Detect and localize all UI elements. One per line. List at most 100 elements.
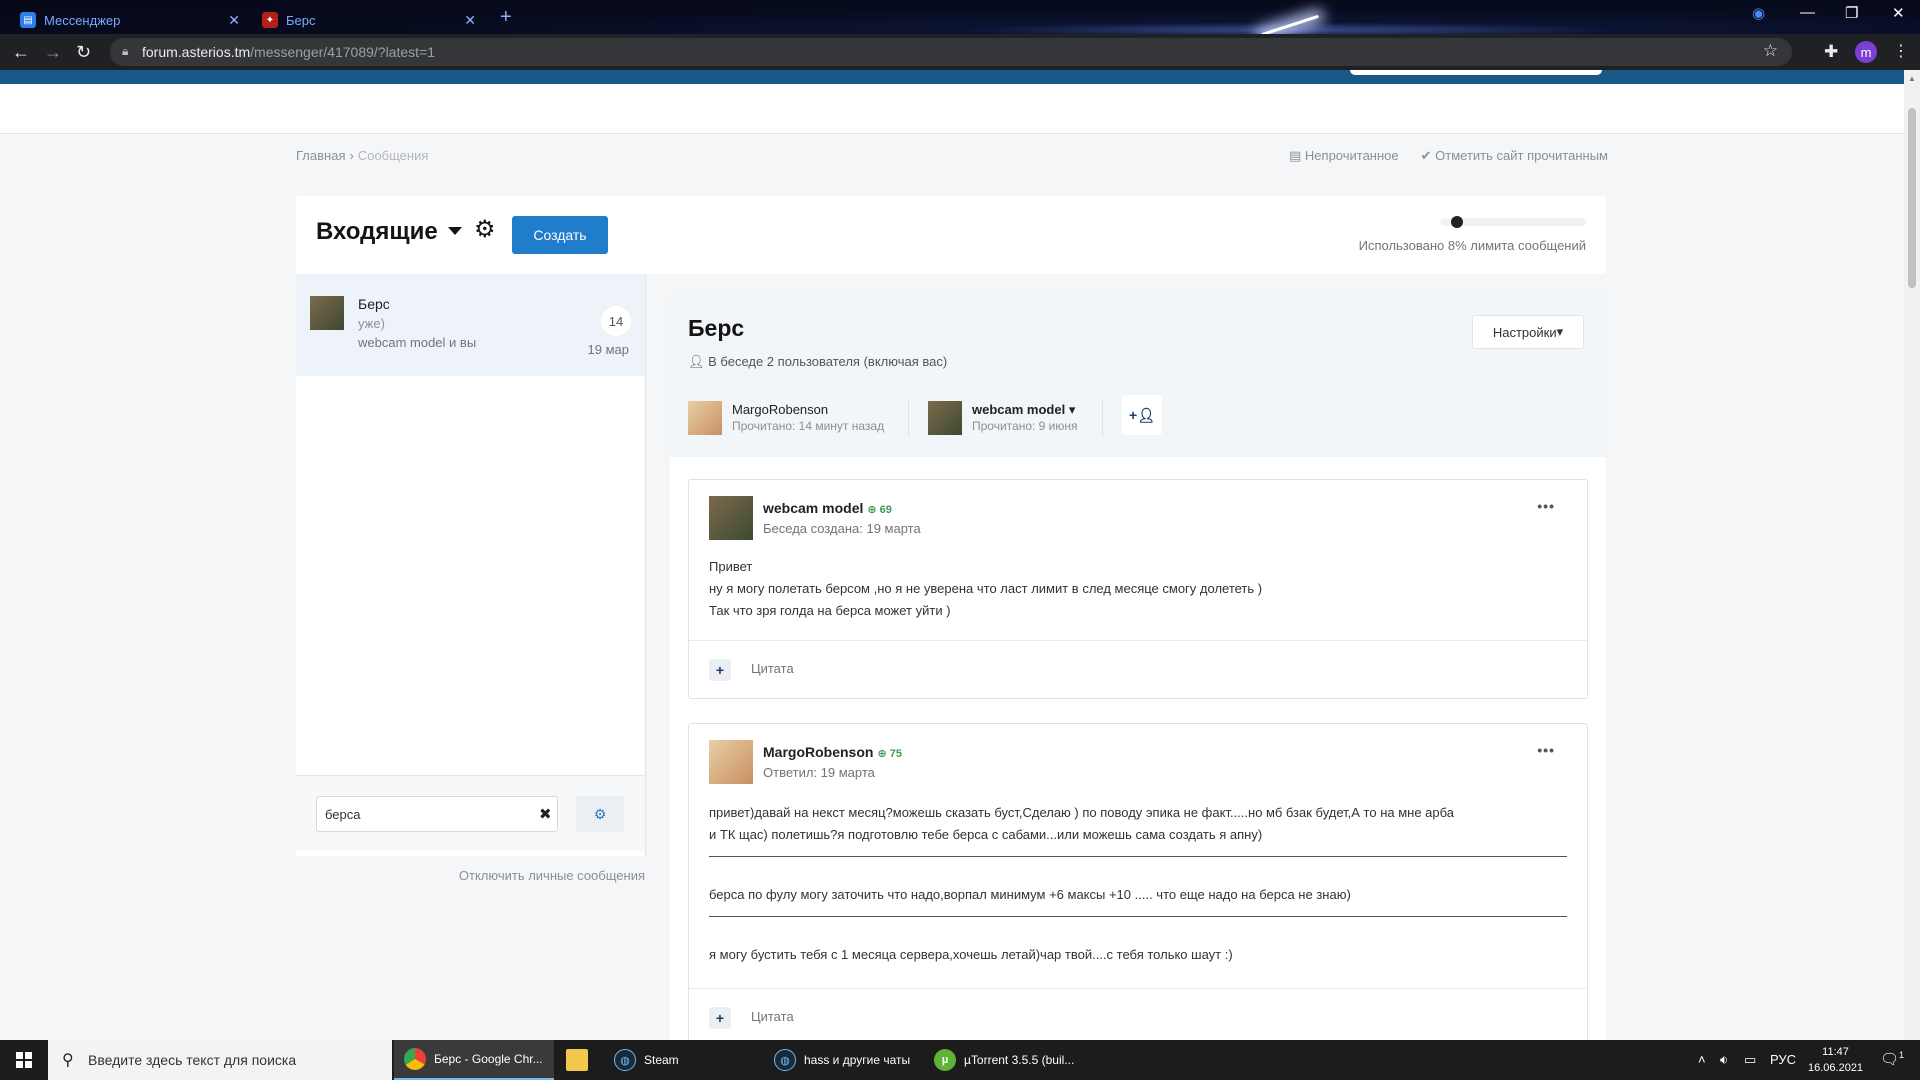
more-options-icon[interactable]: ••• xyxy=(1537,498,1555,514)
restore-button[interactable]: ❐ xyxy=(1845,4,1858,22)
multiquote-button[interactable]: + xyxy=(709,1007,731,1029)
participant-name[interactable]: webcam model ▾ xyxy=(972,402,1075,418)
tray-chevron-up-icon[interactable]: ˄ xyxy=(1698,1052,1706,1067)
site-header-bar xyxy=(0,70,1904,84)
reload-icon[interactable]: ↻ xyxy=(76,42,91,63)
page-scrollbar[interactable]: ▲ xyxy=(1904,70,1920,1040)
conversation-participants: webcam model и вы xyxy=(358,335,477,350)
more-options-icon[interactable]: ••• xyxy=(1537,742,1555,758)
close-icon[interactable]: ✕ xyxy=(464,12,476,29)
unread-link[interactable]: ▤ Непрочитанное xyxy=(1289,148,1399,164)
create-button[interactable]: Создать xyxy=(512,216,608,254)
message-body: я могу бустить тебя с 1 месяца сервера,х… xyxy=(709,944,1233,966)
chrome-icon xyxy=(404,1048,426,1070)
message-footer: + Цитата xyxy=(689,640,1587,698)
clock-date: 16.06.2021 xyxy=(1808,1062,1864,1074)
utorrent-icon: µ xyxy=(934,1049,956,1071)
search-input[interactable] xyxy=(316,796,558,832)
scrollbar-thumb[interactable] xyxy=(1908,108,1916,288)
avatar xyxy=(688,401,722,435)
network-icon[interactable]: ▭ xyxy=(1744,1052,1756,1068)
quote-button[interactable]: Цитата xyxy=(751,1009,794,1024)
taskbar-app-steam-chat[interactable]: ◍ hass и другие чаты xyxy=(774,1040,924,1080)
list-item[interactable]: Берс уже) webcam model и вы 14 19 мар xyxy=(296,274,645,376)
filter-settings-button[interactable]: ⚙ xyxy=(576,796,624,832)
taskbar-search-placeholder: Введите здесь текст для поиска xyxy=(88,1052,297,1068)
taskbar-app-utorrent[interactable]: µ µTorrent 3.5.5 (buil... xyxy=(934,1040,1094,1080)
mark-read-link[interactable]: ✔ Отметить сайт прочитанным xyxy=(1421,148,1608,164)
taskbar-search[interactable]: ⚲ Введите здесь текст для поиска xyxy=(48,1040,392,1080)
message: webcam model ⊕ 69 Беседа создана: 19 март… xyxy=(688,479,1588,699)
scroll-up-icon[interactable]: ▲ xyxy=(1908,74,1916,83)
avatar[interactable] xyxy=(709,740,753,784)
close-icon[interactable]: ✕ xyxy=(228,12,240,29)
chevron-down-icon[interactable]: ◉ xyxy=(1752,4,1765,22)
tab-label: Мессенджер xyxy=(44,12,121,28)
taskbar-app-label: Steam xyxy=(644,1053,679,1067)
quote-button[interactable]: Цитата xyxy=(751,661,794,676)
message-date: Беседа создана: 19 марта xyxy=(763,521,921,536)
address-bar[interactable]: 🔒︎ forum.asterios.tm/messenger/417089/?l… xyxy=(110,38,1792,66)
windows-logo-icon xyxy=(16,1052,32,1068)
lock-icon: 🔒︎ xyxy=(122,44,129,58)
message-limit-text: Использовано 8% лимита сообщений xyxy=(1358,238,1586,253)
clear-icon[interactable]: ✖ xyxy=(539,805,552,823)
taskbar-app-steam[interactable]: ◍ Steam xyxy=(614,1040,754,1080)
extensions-icon[interactable]: ✚ xyxy=(1824,42,1838,62)
forward-arrow-icon[interactable]: → xyxy=(44,42,62,63)
minimize-button[interactable]: — xyxy=(1800,4,1815,21)
avatar xyxy=(928,401,962,435)
multiquote-button[interactable]: + xyxy=(709,659,731,681)
profile-avatar[interactable]: m xyxy=(1855,41,1877,63)
page-title[interactable]: Входящие xyxy=(316,218,438,246)
bookmark-star-icon[interactable]: ☆ xyxy=(1763,41,1778,61)
gear-icon[interactable]: ⚙ xyxy=(474,215,496,244)
system-clock[interactable]: 11:47 16.06.2021 xyxy=(1808,1044,1863,1076)
language-indicator[interactable]: РУС xyxy=(1770,1052,1796,1067)
header-search-edge xyxy=(1350,70,1602,75)
tab-messenger[interactable]: ▤ Мессенджер ✕ xyxy=(10,6,250,34)
tab-bers[interactable]: ✦ Берс ✕ xyxy=(252,6,486,34)
back-arrow-icon[interactable]: ← xyxy=(12,42,30,63)
participant-read-status: Прочитано: 9 июня xyxy=(972,419,1078,433)
disable-messages-link[interactable]: Отключить личные сообщения xyxy=(296,868,645,883)
message-author[interactable]: webcam model ⊕ 69 xyxy=(763,500,892,516)
message-author[interactable]: MargoRobenson ⊕ 75 xyxy=(763,744,902,760)
breadcrumb: Главная › Сообщения xyxy=(296,148,428,163)
avatar[interactable] xyxy=(709,496,753,540)
message-line: Так что зря голда на берса может уйти ) xyxy=(709,603,951,618)
message-date: Ответил: 19 марта xyxy=(763,765,875,780)
chevron-right-icon: › xyxy=(349,148,354,163)
notification-icon[interactable]: 🗨︎1 xyxy=(1880,1050,1904,1068)
conversation-meta: 👤︎ В беседе 2 пользователя (включая вас) xyxy=(688,354,948,369)
conversation-title: Берс xyxy=(688,315,745,341)
taskbar-app-chrome[interactable]: Берс - Google Chr... xyxy=(394,1040,554,1080)
new-tab-button[interactable]: + xyxy=(500,6,512,29)
taskbar-app-explorer[interactable] xyxy=(566,1040,596,1080)
caret-down-icon[interactable] xyxy=(448,227,462,235)
message-line: и ТК щас) полетишь?я подготовлю тебе бер… xyxy=(709,827,1263,842)
url-text[interactable]: forum.asterios.tm/messenger/417089/?late… xyxy=(142,44,435,60)
taskbar-app-label: hass и другие чаты xyxy=(804,1053,911,1067)
message-body: Привет ну я могу полетать берсом ,но я н… xyxy=(709,556,1262,622)
menu-icon[interactable]: ⋮ xyxy=(1893,41,1909,61)
reputation-badge: ⊕ 69 xyxy=(867,504,892,516)
close-window-button[interactable]: ✕ xyxy=(1892,4,1905,22)
site-favicon-icon: ✦ xyxy=(262,12,278,28)
message-limit-bar xyxy=(1440,216,1586,228)
chat-icon: ▤ xyxy=(20,12,36,28)
conversation-header: Берс 👤︎ В беседе 2 пользователя (включая… xyxy=(670,295,1606,457)
divider xyxy=(709,856,1567,857)
start-button[interactable] xyxy=(0,1040,48,1080)
add-user-button[interactable]: +👤︎ xyxy=(1122,395,1162,435)
breadcrumb-home[interactable]: Главная xyxy=(296,148,345,163)
volume-icon[interactable]: 🔉︎ xyxy=(1720,1052,1728,1068)
limit-bar-fill xyxy=(1451,216,1463,228)
breadcrumb-current[interactable]: Сообщения xyxy=(358,148,429,163)
conversation-title[interactable]: Берс xyxy=(358,296,390,312)
message-line: Привет xyxy=(709,559,753,574)
participant-name[interactable]: MargoRobenson xyxy=(732,402,828,417)
settings-button[interactable]: Настройки ▾ xyxy=(1472,315,1584,349)
conversation-filter: ✖ ⚙ xyxy=(296,775,645,851)
caret-down-icon: ▾ xyxy=(1065,402,1076,417)
